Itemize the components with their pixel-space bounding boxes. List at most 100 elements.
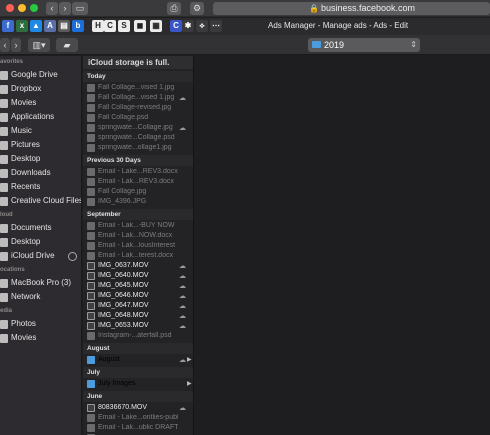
file-row[interactable]: Fall Collage.jpg [83, 187, 193, 197]
zoom-window-button[interactable] [30, 4, 38, 12]
file-row[interactable]: Instagram-...aterfall.psd [83, 331, 193, 341]
folder-row[interactable]: July Images ▶ [83, 379, 193, 389]
ap-icon[interactable]: A [44, 20, 56, 32]
f-icon[interactable]: f [2, 20, 14, 32]
cloud-download-icon[interactable]: ☁ [179, 322, 186, 330]
dots-icon[interactable]: ⋯ [210, 20, 222, 32]
file-row[interactable]: Email - Lak...terest.docx [83, 251, 193, 261]
cloud-download-icon[interactable]: ☁ [179, 272, 186, 280]
view-options-button[interactable]: ▥▾ [28, 38, 50, 52]
file-row[interactable]: Email - Lak...lousInterest [83, 241, 193, 251]
file-row[interactable]: Email - Lak...ublic DRAFT B [83, 423, 193, 433]
doc-icon[interactable]: ▤ [58, 20, 70, 32]
c2-icon[interactable]: C [170, 20, 182, 32]
file-name: Email - Lake...REV3.docx [98, 168, 178, 175]
date-section-header: July [83, 367, 193, 378]
file-row[interactable]: IMG_0648.MOV ☁ [83, 311, 193, 321]
cloud-download-icon[interactable]: ☁ [179, 356, 186, 364]
file-row[interactable]: springwate...Collage.psd [83, 133, 193, 143]
sidebar-item[interactable]: Documents [0, 222, 81, 235]
sidebar-item[interactable]: Dropbox [0, 83, 81, 96]
cloud-download-icon[interactable]: ☁ [179, 94, 186, 102]
cloud-download-icon[interactable]: ☁ [179, 282, 186, 290]
minimize-window-button[interactable] [18, 4, 26, 12]
sidebar-item-label: iCloud Drive [11, 251, 55, 260]
sidebar-toggle-button[interactable]: ▭ [72, 2, 88, 15]
star-icon[interactable]: ✱ [182, 20, 194, 32]
file-row[interactable]: IMG_0647.MOV ☁ [83, 301, 193, 311]
date-section-header: September [83, 209, 193, 220]
sidebar-item[interactable]: Recents [0, 181, 81, 194]
file-name: Fall Collage...vised 1.jpg [98, 94, 175, 101]
cloud-download-icon[interactable]: ☁ [179, 124, 186, 132]
sidebar-item[interactable]: Network [0, 291, 81, 304]
sidebar-item[interactable]: Creative Cloud Files [0, 195, 82, 208]
file-icon [87, 292, 95, 300]
sidebar-item[interactable]: Movies [0, 332, 81, 345]
sidebar-item[interactable]: Photos [0, 318, 81, 331]
date-section-header: Previous 30 Days [83, 155, 193, 166]
sidebar-item-label: Creative Cloud Files [11, 196, 82, 205]
share-button[interactable]: ⎙ [167, 2, 181, 15]
folder-row[interactable]: August ☁ ▶ [83, 355, 193, 365]
x-icon[interactable]: x [16, 20, 28, 32]
settings-icon[interactable]: ⚙ [190, 2, 204, 15]
file-row[interactable]: Fall Collage.psd [83, 113, 193, 123]
file-row[interactable]: springwate...Collage.jpg ☁ [83, 123, 193, 133]
file-row[interactable]: Email - Lak...NOW.docx [83, 231, 193, 241]
cloud-download-icon[interactable]: ☁ [179, 404, 186, 412]
file-row[interactable]: Fall Collage...vised 1.jpg [83, 83, 193, 93]
file-row[interactable]: Email - Lake...REV3.docx [83, 167, 193, 177]
file-name: IMG_0648.MOV [98, 312, 149, 319]
file-row[interactable]: IMG_0646.MOV ☁ [83, 291, 193, 301]
sidebar-item[interactable]: MacBook Pro (3) [0, 277, 81, 290]
s-icon[interactable]: S [118, 20, 130, 32]
sidebar-item[interactable]: Desktop [0, 153, 81, 166]
sidebar-item[interactable]: Movies [0, 97, 81, 110]
finder-back-button[interactable]: ‹ [0, 38, 10, 52]
cloud-download-icon[interactable]: ☁ [179, 302, 186, 310]
forward-button[interactable]: › [59, 2, 71, 15]
file-row[interactable]: Fall Collage...vised 1.jpg ☁ [83, 93, 193, 103]
b-icon[interactable]: b [72, 20, 84, 32]
chat-icon[interactable]: ◼ [134, 20, 146, 32]
back-button[interactable]: ‹ [46, 2, 58, 15]
file-row[interactable]: Fall Collage-revised.jpg [83, 103, 193, 113]
sync-status-icon[interactable] [68, 252, 77, 261]
cloud-download-icon[interactable]: ☁ [179, 262, 186, 270]
sidebar-item[interactable]: Pictures [0, 139, 81, 152]
file-row[interactable]: IMG_0640.MOV ☁ [83, 271, 193, 281]
c-icon[interactable]: C [104, 20, 116, 32]
file-row[interactable]: 80836670.MOV ☁ [83, 403, 193, 413]
file-row[interactable]: IMG_0653.MOV ☁ [83, 321, 193, 331]
close-window-button[interactable] [6, 4, 14, 12]
file-row[interactable]: Email - Lak...-BUY NOW [83, 221, 193, 231]
sidebar-item[interactable]: Desktop [0, 236, 81, 249]
path-popup-button[interactable]: 2019 ⇕ [308, 38, 420, 52]
google-drive-icon [0, 71, 8, 80]
h-icon[interactable]: H [92, 20, 104, 32]
file-row[interactable]: Email - Lake...ontlies-public [83, 413, 193, 423]
file-name: July Images [98, 380, 136, 387]
bars-icon[interactable]: ▦ [150, 20, 162, 32]
pin-icon[interactable]: ⟡ [196, 20, 208, 32]
file-row[interactable]: Email - Lak...REV3.docx [83, 177, 193, 187]
sidebar-item-label: Dropbox [11, 84, 42, 93]
drive-icon[interactable]: ▲ [30, 20, 42, 32]
new-folder-button[interactable]: ▰ [56, 38, 78, 52]
cloud-download-icon[interactable]: ☁ [179, 292, 186, 300]
cloud-download-icon[interactable]: ☁ [179, 312, 186, 320]
sidebar-item[interactable]: Applications [0, 111, 81, 124]
file-row[interactable]: springwate...ollage1.jpg [83, 143, 193, 153]
active-tab-title[interactable]: Ads Manager - Manage ads - Ads - Edit [268, 21, 408, 30]
file-row[interactable]: IMG_0637.MOV ☁ [83, 261, 193, 271]
sidebar-item[interactable]: Google Drive [0, 69, 81, 82]
file-row[interactable]: IMG_4396.JPG [83, 197, 193, 207]
file-row[interactable]: IMG_0645.MOV ☁ [83, 281, 193, 291]
address-bar[interactable]: 🔒 business.facebook.com [213, 2, 490, 15]
sidebar-item[interactable]: Music [0, 125, 81, 138]
finder-forward-button[interactable]: › [11, 38, 21, 52]
desktop-icon [0, 238, 8, 247]
sidebar-item[interactable]: Downloads [0, 167, 81, 180]
sidebar-item[interactable]: iCloud Drive [0, 250, 81, 263]
